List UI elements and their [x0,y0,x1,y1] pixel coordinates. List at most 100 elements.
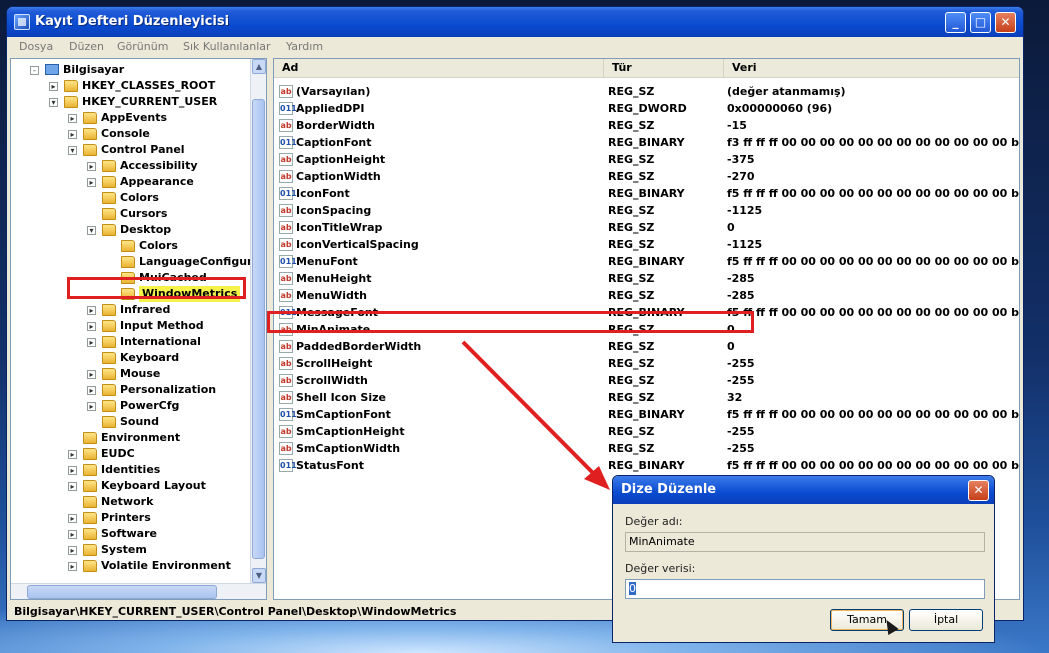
value-row[interactable]: 011 CaptionFont REG_BINARY f3 ff ff ff 00 0… [274,134,1019,151]
tree-expander-icon[interactable]: ▸ [68,514,77,523]
registry-tree: - Bilgisayar ▸ HKEY_CLASSES_ROOT ▾ HKEY_CURRE… [10,58,267,600]
value-row[interactable]: ab IconVerticalSpacing REG_SZ -1125 [274,236,1019,253]
tree-expander-icon[interactable]: ▸ [49,82,58,91]
tree-expander-icon[interactable]: ▸ [87,386,96,395]
value-row[interactable]: 011 MenuFont REG_BINARY f5 ff ff ff 00 00 0… [274,253,1019,270]
value-row[interactable]: 011 IconFont REG_BINARY f5 ff ff ff 00 00 0… [274,185,1019,202]
folder-icon [102,160,116,172]
folder-icon [121,256,135,268]
string-value-icon: ab [279,85,293,98]
binary-value-icon: 011 [279,136,297,149]
maximize-button[interactable]: □ [970,12,991,33]
value-data-label: Değer verisi: [625,562,696,575]
tree-expander-icon[interactable]: - [30,66,39,75]
tree-expander-icon[interactable]: ▸ [68,466,77,475]
value-row[interactable]: ab CaptionWidth REG_SZ -270 [274,168,1019,185]
value-data: -255 [727,357,755,370]
dialog-title[interactable]: Dize Düzenle [613,476,994,504]
string-value-icon: ab [279,153,293,166]
tree-expander-icon[interactable]: ▸ [87,338,96,347]
tree-vertical-scrollbar[interactable]: ▲ ▼ [250,59,266,583]
menu-favorites[interactable]: Sık Kullanılanlar [183,40,271,53]
value-row[interactable]: 011 StatusFont REG_BINARY f5 ff ff ff 00 00… [274,457,1019,474]
value-type: REG_BINARY [608,459,685,472]
tree-expander-icon[interactable]: ▸ [68,450,77,459]
value-row[interactable]: ab PaddedBorderWidth REG_SZ 0 [274,338,1019,355]
folder-icon [102,192,116,204]
folder-icon [83,496,97,508]
value-row[interactable]: ab SmCaptionWidth REG_SZ -255 [274,440,1019,457]
tree-expander-icon[interactable]: ▸ [68,114,77,123]
tree-expander-icon[interactable]: ▸ [87,322,96,331]
tree-expander-icon[interactable]: ▸ [68,482,77,491]
column-name-header[interactable]: Ad [274,59,604,78]
value-row[interactable]: ab Shell Icon Size REG_SZ 32 [274,389,1019,406]
value-name: ScrollHeight [296,357,373,370]
scroll-up-icon[interactable]: ▲ [252,59,266,74]
dialog-close-button[interactable]: ✕ [968,480,989,501]
tree-expander-icon[interactable]: ▸ [68,546,77,555]
folder-icon [102,224,116,236]
value-type: REG_BINARY [608,255,685,268]
tree-expander-icon[interactable]: ▸ [68,562,77,571]
tree-expander-icon[interactable]: ▾ [68,146,77,155]
title-bar[interactable]: Kayıt Defteri Düzenleyicisi _ □ ✕ [7,7,1023,37]
folder-icon [121,240,135,252]
value-name: CaptionFont [296,136,372,149]
folder-icon [102,400,116,412]
tree-expander-icon[interactable]: ▸ [87,402,96,411]
tree-expander-icon[interactable]: ▸ [68,530,77,539]
tree-expander-icon[interactable]: ▾ [87,226,96,235]
menu-view[interactable]: Görünüm [117,40,168,53]
menu-help[interactable]: Yardım [286,40,323,53]
tree-item-label: Network [101,495,154,508]
tree-expander-icon[interactable]: ▸ [87,178,96,187]
value-row[interactable]: 011 MessageFont REG_BINARY f5 ff ff ff 00 0… [274,304,1019,321]
column-type-header[interactable]: Tür [604,59,724,78]
value-name: Shell Icon Size [296,391,386,404]
value-row[interactable]: ab MenuWidth REG_SZ -285 [274,287,1019,304]
folder-icon [83,128,97,140]
scroll-thumb[interactable] [252,99,265,559]
value-row[interactable]: ab ScrollHeight REG_SZ -255 [274,355,1019,372]
tree-expander-icon[interactable]: ▸ [87,306,96,315]
column-data-header[interactable]: Veri [724,59,1019,78]
value-row[interactable]: ab CaptionHeight REG_SZ -375 [274,151,1019,168]
value-data: -15 [727,119,747,132]
tree-item-label: International [120,335,201,348]
value-row[interactable]: ab ScrollWidth REG_SZ -255 [274,372,1019,389]
menu-edit[interactable]: Düzen [69,40,104,53]
hscroll-thumb[interactable] [27,585,217,599]
folder-icon [83,448,97,460]
string-value-icon: ab [279,170,293,183]
value-data: (değer atanmamış) [727,85,846,98]
value-data-input[interactable]: 0 [625,579,985,599]
value-row[interactable]: 011 AppliedDPI REG_DWORD 0x00000060 (96) [274,100,1019,117]
tree-item-label: Input Method [120,319,204,332]
tree-item-label: Desktop [120,223,172,236]
value-row[interactable]: ab IconSpacing REG_SZ -1125 [274,202,1019,219]
scroll-down-icon[interactable]: ▼ [252,568,266,583]
value-row[interactable]: ab BorderWidth REG_SZ -15 [274,117,1019,134]
tree-expander-icon[interactable]: ▸ [87,162,96,171]
binary-value-icon: 011 [279,408,297,421]
folder-icon [102,304,116,316]
minimize-button[interactable]: _ [945,12,966,33]
value-row[interactable]: ab MenuHeight REG_SZ -285 [274,270,1019,287]
folder-icon [83,112,97,124]
close-button[interactable]: ✕ [995,12,1016,33]
tree-expander-icon[interactable]: ▸ [68,130,77,139]
value-name: IconFont [296,187,350,200]
value-row[interactable]: ab IconTitleWrap REG_SZ 0 [274,219,1019,236]
string-value-icon: ab [279,289,293,302]
value-type: REG_SZ [608,391,655,404]
tree-expander-icon[interactable]: ▸ [87,370,96,379]
menu-file[interactable]: Dosya [19,40,53,53]
tree-horizontal-scrollbar[interactable] [11,583,266,599]
tree-expander-icon[interactable]: ▾ [49,98,58,107]
value-row[interactable]: ab MinAnimate REG_SZ 0 [274,321,1019,338]
value-row[interactable]: ab SmCaptionHeight REG_SZ -255 [274,423,1019,440]
value-row[interactable]: 011 SmCaptionFont REG_BINARY f5 ff ff ff 00… [274,406,1019,423]
value-row[interactable]: ab (Varsayılan) REG_SZ (değer atanmamış) [274,83,1019,100]
cancel-button[interactable]: İptal [909,609,983,631]
